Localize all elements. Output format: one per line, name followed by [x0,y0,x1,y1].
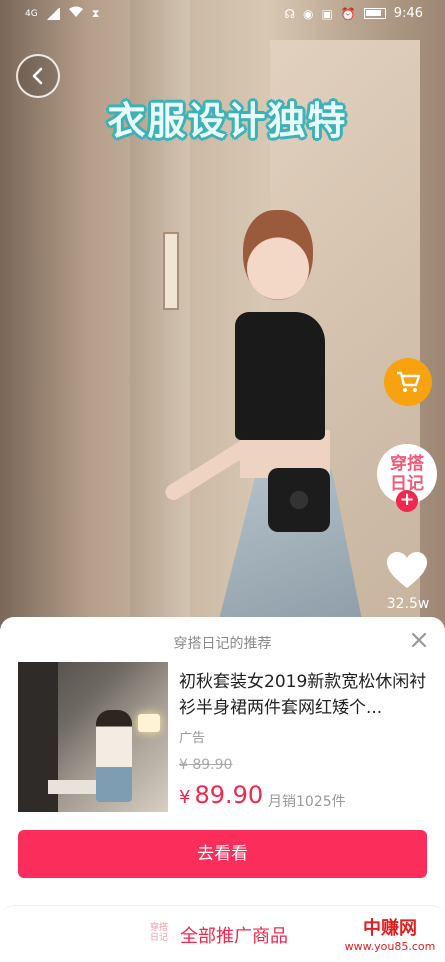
video-caption: 衣服设计独特 [107,99,348,143]
nfc-icon: ▣ [321,6,333,21]
close-button[interactable] [408,629,430,651]
heart-icon [387,552,427,588]
ad-label: 广告 [179,731,206,746]
cart-icon [397,371,421,392]
product-image-detail [138,714,160,732]
brand-logo: 穿搭日记 [149,923,168,943]
alarm-icon: ⏰ [340,6,356,21]
product-recommendation-sheet: 穿搭日记的推荐 初秋套装女2019新款宽松休闲衬衫半身裙两件套网红矮个... 广… [0,617,445,962]
watermark-url: www.you85.com [344,940,436,953]
avatar-logo-text: 穿搭日记 [390,454,424,494]
like-count: 32.5w [386,596,430,612]
wifi-icon [68,6,84,22]
all-promoted-products-link[interactable]: 全部推广商品 [180,922,288,948]
eye-icon: ◉ [303,6,314,21]
headphone-icon: ☊ [284,6,296,21]
status-time: 9:46 [393,6,423,21]
original-price: ¥ 89.90 [179,757,233,773]
currency-symbol: ¥ [179,787,191,808]
sheet-title: 穿搭日记的推荐 [173,636,272,652]
product-image[interactable] [18,662,168,812]
watermark: 中赚网 www.you85.com [340,914,440,953]
status-left: 4G ⧗ [25,6,99,22]
close-icon [411,632,427,648]
video-frame [235,312,325,440]
status-bar: 4G ⧗ ☊ ◉ ▣ ⏰ 9:46 [0,0,445,30]
sheet-footer: 穿搭日记 全部推广商品 中赚网 www.you85.com [0,905,445,962]
price-value: 89.90 [194,781,264,809]
product-image-detail [96,710,132,802]
watermark-name: 中赚网 [363,918,417,939]
product-image-detail [48,780,98,794]
shopping-cart-button[interactable] [384,358,432,406]
product-title[interactable]: 初秋套装女2019新款宽松休闲衬衫半身裙两件套网红矮个... [179,669,429,721]
chevron-left-icon [32,67,43,85]
network-type: 4G [25,9,38,19]
like-button[interactable] [385,550,429,590]
status-right: ☊ ◉ ▣ ⏰ 9:46 [284,6,423,21]
hourglass-icon: ⧗ [91,7,100,20]
monthly-sales: 月销1025件 [268,794,346,810]
video-frame [163,232,179,310]
view-product-button[interactable]: 去看看 [18,830,427,878]
signal-icon [45,8,60,20]
back-button[interactable] [16,54,60,98]
video-frame [268,468,330,532]
video-frame [243,210,313,300]
battery-icon [363,8,386,19]
current-price: ¥89.90 [179,781,263,809]
follow-button[interactable]: + [396,490,418,512]
